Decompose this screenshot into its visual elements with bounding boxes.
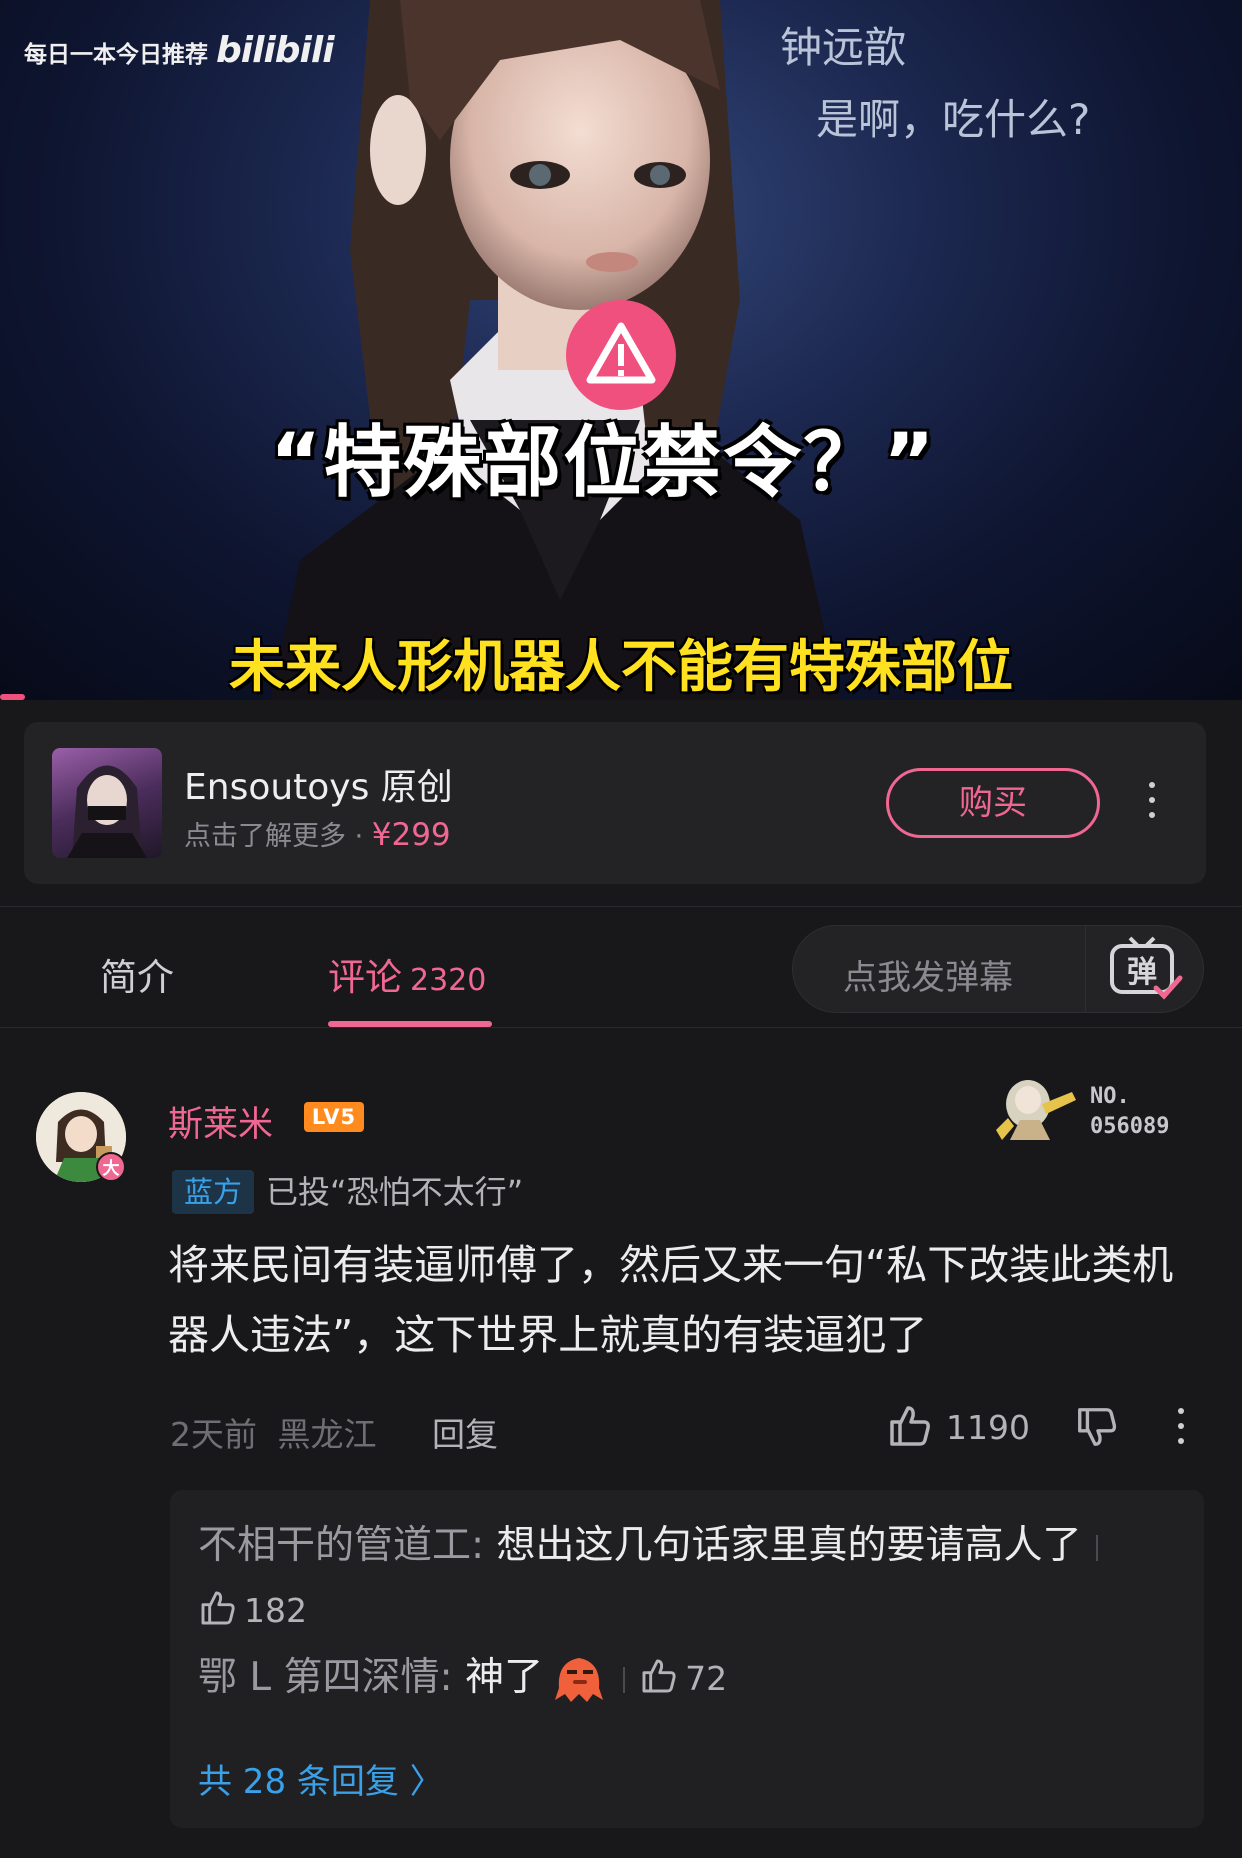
buy-button[interactable]: 购买 (886, 768, 1100, 838)
vote-side-tag: 蓝方 (172, 1170, 255, 1214)
video-progress-bar[interactable] (0, 694, 25, 700)
warning-icon (566, 300, 676, 410)
danmaku-icon: 弹 (1110, 936, 1183, 1000)
product-subtitle: 点击了解更多 · ¥299 (184, 817, 451, 853)
user-level-badge: LV5 (304, 1102, 364, 1132)
reply-text: 想出这几句话家里真的要请高人了 (484, 1523, 1082, 1568)
video-player[interactable]: 每日一本今日推荐 bilibili 钟远歆 是啊，吃什么? “特殊部位禁令？” 未… (0, 0, 1242, 700)
danmaku-toggle-button[interactable]: 弹 (1085, 926, 1205, 1012)
reply-author: 鄂 L 第四深情: (198, 1655, 453, 1700)
reply-like-count: 72 (685, 1659, 728, 1698)
reply-item: 不相干的管道工: 想出这几句话家里真的要请高人了 182 (198, 1514, 1118, 1643)
emoji-sticker-icon (555, 1658, 604, 1702)
product-title: Ensoutoys 原创 (184, 767, 453, 808)
like-icon[interactable] (639, 1656, 679, 1696)
comments-count: 2320 (410, 963, 487, 998)
comment-body: 将来民间有装逼师傅了，然后又来一句“私下改装此类机器人违法”，这下世界上就真的有… (168, 1241, 1174, 1359)
reply-preview-box[interactable]: 不相干的管道工: 想出这几句话家里真的要请高人了 182 鄂 L 第四深情: 神了… (170, 1490, 1204, 1828)
reply-item: 鄂 L 第四深情: 神了 72 (198, 1646, 727, 1711)
product-price: ¥299 (371, 817, 451, 853)
like-count: 1190 (946, 1408, 1030, 1447)
reply-like-count: 182 (244, 1591, 307, 1630)
comment-time: 2天前 (170, 1415, 257, 1454)
reply-text: 神了 (452, 1655, 544, 1700)
video-subtitle: 未来人形机器人不能有特殊部位 (229, 635, 1013, 700)
like-icon[interactable] (886, 1402, 934, 1450)
more-vertical-icon[interactable] (1144, 782, 1160, 826)
like-icon[interactable] (198, 1588, 238, 1628)
overlay-speaker-name: 钟远歆 (780, 23, 907, 72)
content-tabs: 简介 评论 2320 点我发弹幕 弹 (0, 906, 1242, 1028)
dislike-icon[interactable] (1074, 1404, 1120, 1450)
reply-button[interactable]: 回复 (432, 1408, 498, 1456)
product-thumbnail (52, 748, 162, 858)
comment-username[interactable]: 斯莱米 (168, 1096, 273, 1147)
svg-text:弹: 弹 (1127, 955, 1157, 990)
view-all-replies-link[interactable]: 共 28 条回复 〉 (198, 1754, 444, 1803)
tab-comments[interactable]: 评论 2320 (328, 947, 486, 1001)
channel-watermark: 每日一本今日推荐 bilibili (24, 30, 335, 71)
active-tab-indicator (328, 1021, 492, 1027)
danmaku-bar: 点我发弹幕 弹 (792, 925, 1204, 1013)
video-title-caption: “特殊部位禁令？” (270, 418, 937, 508)
comment-meta: 2天前 黑龙江 (170, 1408, 377, 1456)
tab-intro[interactable]: 简介 (100, 947, 174, 1001)
danmaku-input[interactable]: 点我发弹幕 (843, 950, 1013, 999)
overlay-dialogue: 是啊，吃什么? (816, 95, 1091, 144)
fan-badge-icon (990, 1070, 1080, 1150)
comment-more-icon[interactable] (1174, 1408, 1188, 1448)
fan-number: NO. 056089 (1090, 1084, 1170, 1139)
comment-location: 黑龙江 (277, 1415, 377, 1454)
avatar-badge: 大 (96, 1152, 126, 1182)
product-card[interactable]: Ensoutoys 原创 点击了解更多 · ¥299 购买 (24, 722, 1206, 884)
vote-text: 已投“恐怕不太行” (266, 1173, 524, 1211)
reply-author: 不相干的管道工: (198, 1523, 485, 1568)
